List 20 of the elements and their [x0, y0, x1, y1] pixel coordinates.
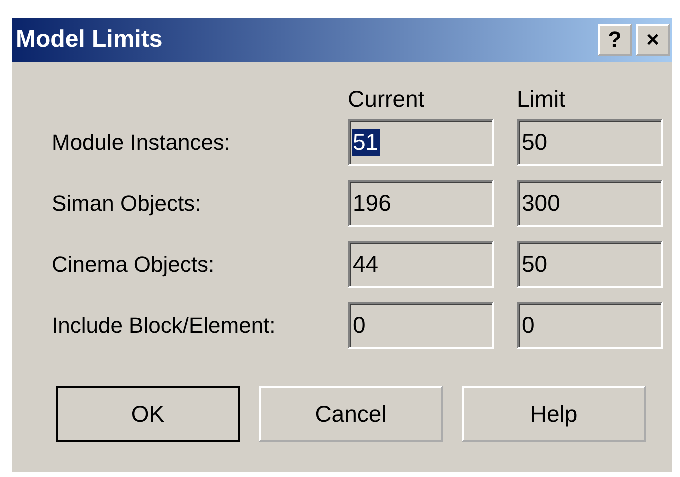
input-field[interactable]: 300	[517, 180, 663, 227]
column-header: Limit	[517, 86, 567, 113]
input-field[interactable]: 44	[348, 241, 494, 288]
dialog-button[interactable]: Cancel	[259, 386, 443, 442]
dialog-button[interactable]: Help	[462, 386, 646, 442]
dialog-button[interactable]: OK	[56, 386, 240, 442]
input-field[interactable]: 51	[348, 119, 494, 166]
input-field[interactable]: 0	[348, 302, 494, 349]
window-title: Model Limits	[16, 26, 163, 54]
field-label: Include Block/Element:	[52, 312, 277, 338]
field-label: Siman Objects:	[52, 190, 202, 216]
input-field[interactable]: 50	[517, 119, 663, 166]
help-button[interactable]: ?	[598, 24, 632, 56]
input-field[interactable]: 0	[517, 302, 663, 349]
close-button[interactable]: ×	[636, 24, 670, 56]
input-field[interactable]: 50	[517, 241, 663, 288]
field-label: Module Instances:	[52, 130, 232, 156]
input-field[interactable]: 196	[348, 180, 494, 227]
column-header: Current	[348, 86, 426, 113]
field-label: Cinema Objects:	[52, 252, 216, 278]
